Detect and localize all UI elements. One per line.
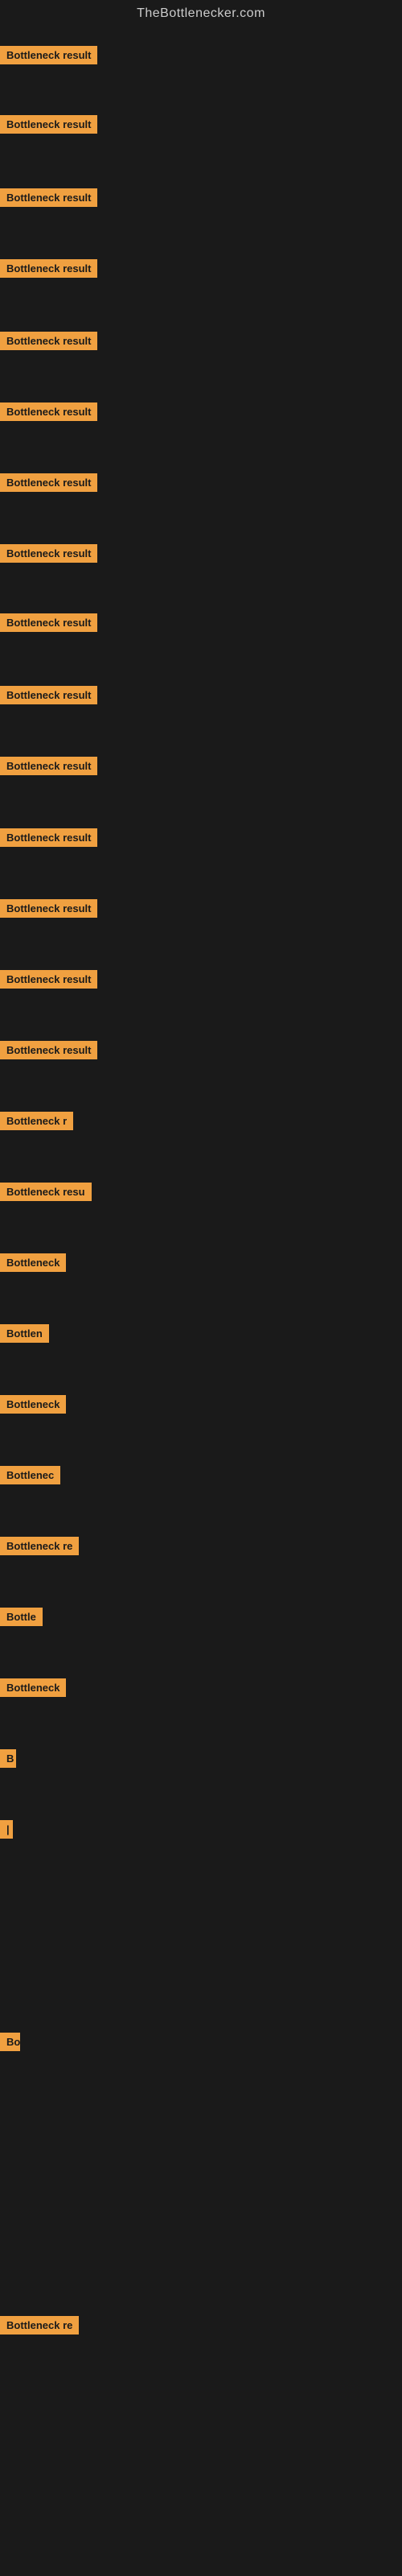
- bottleneck-item: Bottleneck result: [0, 970, 97, 993]
- bottleneck-item: Bottleneck result: [0, 613, 97, 636]
- bottleneck-badge[interactable]: Bottleneck result: [0, 686, 97, 704]
- bottleneck-item: Bottleneck re: [0, 1537, 79, 1559]
- bottleneck-item: Bottleneck result: [0, 899, 97, 922]
- bottleneck-badge[interactable]: Bottleneck result: [0, 1041, 97, 1059]
- bottleneck-badge[interactable]: |: [0, 1820, 13, 1839]
- bottleneck-badge[interactable]: Bottleneck result: [0, 46, 97, 64]
- bottleneck-badge[interactable]: Bottle: [0, 1608, 43, 1626]
- bottleneck-badge[interactable]: Bottleneck result: [0, 188, 97, 207]
- bottleneck-badge[interactable]: Bottleneck: [0, 1678, 66, 1697]
- bottleneck-item: B: [0, 1749, 16, 1772]
- bottleneck-item: Bottleneck result: [0, 544, 97, 567]
- bottleneck-badge[interactable]: Bottleneck result: [0, 473, 97, 492]
- site-title: TheBottlenecker.com: [0, 0, 402, 27]
- bottleneck-badge[interactable]: Bottlen: [0, 1324, 49, 1343]
- bottleneck-badge[interactable]: Bottleneck re: [0, 1537, 79, 1555]
- bottleneck-badge[interactable]: Bottleneck result: [0, 899, 97, 918]
- bottleneck-badge[interactable]: Bottleneck: [0, 1395, 66, 1414]
- bottleneck-item: Bottleneck result: [0, 115, 97, 138]
- bottleneck-item: Bottleneck result: [0, 188, 97, 211]
- bottleneck-badge[interactable]: Bottleneck: [0, 1253, 66, 1272]
- bottleneck-item: Bottleneck result: [0, 402, 97, 425]
- bottleneck-item: Bottleneck: [0, 1678, 66, 1701]
- bottleneck-item: Bottlenec: [0, 1466, 60, 1488]
- bottleneck-item: Bottleneck: [0, 1253, 66, 1276]
- bottleneck-item: Bottleneck result: [0, 828, 97, 851]
- bottleneck-item: Bottleneck result: [0, 1041, 97, 1063]
- bottleneck-badge[interactable]: Bottleneck result: [0, 970, 97, 989]
- bottleneck-item: Bottleneck: [0, 1395, 66, 1418]
- bottleneck-badge[interactable]: Bottleneck result: [0, 259, 97, 278]
- bottleneck-item: Bottleneck result: [0, 757, 97, 779]
- bottleneck-badge[interactable]: B: [0, 1749, 16, 1768]
- bottleneck-item: |: [0, 1820, 13, 1843]
- bottleneck-badge[interactable]: Bottleneck result: [0, 828, 97, 847]
- bottleneck-badge[interactable]: Bottleneck result: [0, 613, 97, 632]
- bottleneck-item: Bottle: [0, 1608, 43, 1630]
- bottleneck-item: Bottleneck result: [0, 46, 97, 68]
- bottleneck-badge[interactable]: Bottleneck result: [0, 544, 97, 563]
- bottleneck-item: Bottleneck re: [0, 2316, 79, 2339]
- bottleneck-item: Bo: [0, 2033, 20, 2055]
- bottleneck-badge[interactable]: Bottleneck re: [0, 2316, 79, 2334]
- bottleneck-badge[interactable]: Bo: [0, 2033, 20, 2051]
- bottleneck-badge[interactable]: Bottleneck result: [0, 402, 97, 421]
- bottleneck-badge[interactable]: Bottleneck r: [0, 1112, 73, 1130]
- bottleneck-item: Bottleneck result: [0, 259, 97, 282]
- bottleneck-item: Bottleneck result: [0, 332, 97, 354]
- bottleneck-item: Bottleneck result: [0, 473, 97, 496]
- bottleneck-badge[interactable]: Bottleneck result: [0, 332, 97, 350]
- bottleneck-item: Bottleneck resu: [0, 1183, 92, 1205]
- bottleneck-badge[interactable]: Bottleneck resu: [0, 1183, 92, 1201]
- bottleneck-badge[interactable]: Bottleneck result: [0, 757, 97, 775]
- bottleneck-badge[interactable]: Bottlenec: [0, 1466, 60, 1484]
- bottleneck-item: Bottleneck result: [0, 686, 97, 708]
- bottleneck-badge[interactable]: Bottleneck result: [0, 115, 97, 134]
- bottleneck-item: Bottleneck r: [0, 1112, 73, 1134]
- bottleneck-item: Bottlen: [0, 1324, 49, 1347]
